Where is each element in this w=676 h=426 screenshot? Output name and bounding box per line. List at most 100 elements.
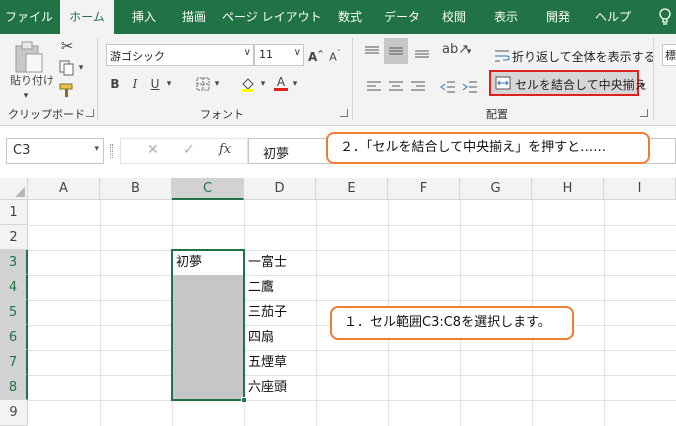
cell-d5[interactable]: 三茄子 [248,300,287,325]
font-size-value: 11 [259,48,273,61]
increase-indent-icon[interactable] [462,80,478,94]
merge-and-center-label: セルを結合して中央揃え [515,78,647,92]
ribbon: 貼り付け ▾ ✂ ▾ クリップボード 游ゴシック ∨ 11 ∨ A^ Aˇ B … [0,34,676,126]
copy-icon[interactable] [58,60,76,76]
name-box-dropdown-icon[interactable]: ▾ [94,144,99,154]
italic-button[interactable]: I [128,76,142,92]
chevron-down-icon[interactable]: ∨ [244,47,251,58]
clipboard-group-label: クリップボード [8,108,85,121]
clipboard-launcher-icon[interactable] [86,109,94,117]
row-header-2[interactable]: 2 [0,225,28,250]
wrap-text-icon[interactable] [494,48,510,64]
orientation-icon[interactable]: ab↗ [442,42,469,58]
formula-buttons: ✕ ✓ fx [120,138,248,164]
tab-view[interactable]: 表示 [484,0,528,34]
decrease-indent-icon[interactable] [440,80,456,94]
font-size-select[interactable]: 11 ∨ [254,44,304,66]
fill-color-dropdown-icon[interactable]: ▾ [258,76,268,92]
align-left-icon[interactable] [366,80,382,94]
font-name-select[interactable]: 游ゴシック ∨ [106,44,254,66]
tab-home[interactable]: ホーム [60,0,114,34]
align-center-icon[interactable] [388,80,404,94]
cancel-icon[interactable]: ✕ [147,142,159,158]
font-group-label: フォント [200,108,244,121]
column-header-f[interactable]: F [388,178,460,200]
row-header-9[interactable]: 9 [0,400,28,426]
formula-bar-splitter[interactable] [110,144,113,158]
select-all-corner[interactable] [0,178,28,200]
tab-file[interactable]: ファイル [0,0,58,34]
callout-step-1: １．セル範囲C3:C8を選択します。 [330,306,574,340]
tab-formulas[interactable]: 数式 [328,0,372,34]
column-header-i[interactable]: I [604,178,676,200]
copy-dropdown-icon[interactable]: ▾ [76,60,86,76]
cell-d4[interactable]: 二鷹 [248,275,274,300]
tab-page-layout[interactable]: ページ レイアウト [222,0,322,34]
borders-icon[interactable] [196,77,210,91]
column-header-b[interactable]: B [100,178,172,200]
name-box[interactable]: C3 ▾ [6,138,104,164]
chevron-down-icon[interactable]: ∨ [294,47,301,58]
tab-draw[interactable]: 描画 [172,0,216,34]
middle-align-icon [389,47,403,55]
row-header-8[interactable]: 8 [0,375,28,400]
column-header-a[interactable]: A [28,178,100,200]
alignment-launcher-icon[interactable] [640,109,648,117]
lightbulb-icon[interactable] [658,8,672,26]
scissors-icon[interactable]: ✂ [58,38,76,54]
bold-button[interactable]: B [108,76,122,92]
row-header-4[interactable]: 4 [0,275,28,300]
font-launcher-icon[interactable] [340,109,348,117]
format-painter-icon[interactable] [58,82,76,98]
tab-data[interactable]: データ [380,0,424,34]
select-all-triangle-icon [15,187,25,197]
number-format-select[interactable]: 標 [662,44,676,66]
tab-developer[interactable]: 開発 [536,0,580,34]
top-align-icon[interactable] [364,44,380,60]
wrap-text-button[interactable]: 折り返して全体を表示する [512,48,656,65]
underline-button[interactable]: U [148,76,162,92]
column-header-h[interactable]: H [532,178,604,200]
borders-dropdown-icon[interactable]: ▾ [212,76,222,92]
row-header-3[interactable]: 3 [0,250,28,275]
column-header-d[interactable]: D [244,178,316,200]
font-color-dropdown-icon[interactable]: ▾ [290,76,300,92]
enter-check-icon[interactable]: ✓ [183,142,195,158]
formula-input-value: 初夢 [263,147,290,162]
row-header-6[interactable]: 6 [0,325,28,350]
decrease-font-size-button[interactable]: Aˇ [328,46,342,66]
row-header-7[interactable]: 7 [0,350,28,375]
tab-help[interactable]: ヘルプ [588,0,638,34]
paste-icon[interactable] [12,40,46,74]
align-right-icon[interactable] [410,80,426,94]
cell-d6[interactable]: 四扇 [248,325,274,350]
row-header-1[interactable]: 1 [0,200,28,225]
fill-handle[interactable] [241,397,247,403]
cell-d7[interactable]: 五煙草 [248,350,287,375]
column-header-e[interactable]: E [316,178,388,200]
callout-step-2: ２．「セルを結合して中央揃え」を押すと…… [326,132,650,164]
tab-review[interactable]: 校閲 [432,0,476,34]
font-name-value: 游ゴシック [110,50,165,63]
paste-dropdown-icon[interactable]: ▾ [18,88,34,104]
insert-function-button[interactable]: fx [219,142,231,157]
middle-align-button[interactable] [384,38,408,64]
increase-font-size-button[interactable]: A^ [308,46,324,65]
merge-cells-icon [495,76,511,90]
cell-d3[interactable]: 一富士 [248,250,287,275]
group-divider [352,38,353,120]
column-header-g[interactable]: G [460,178,532,200]
underline-dropdown-icon[interactable]: ▾ [164,76,174,92]
row-header-5[interactable]: 5 [0,300,28,325]
merge-and-center-button[interactable]: セルを結合して中央揃え [489,70,647,96]
font-color-button[interactable]: A [274,74,288,91]
paste-label[interactable]: 貼り付け [10,72,54,88]
tab-insert[interactable]: 挿入 [122,0,166,34]
column-header-c[interactable]: C [172,178,244,200]
bottom-align-icon[interactable] [414,44,430,60]
merge-dropdown-icon[interactable]: ▾ [638,78,648,94]
fill-color-icon[interactable] [240,76,256,92]
cell-c3[interactable]: 初夢 [176,250,202,275]
cell-d8[interactable]: 六座頭 [248,375,287,400]
orientation-dropdown-icon[interactable]: ▾ [464,44,474,60]
